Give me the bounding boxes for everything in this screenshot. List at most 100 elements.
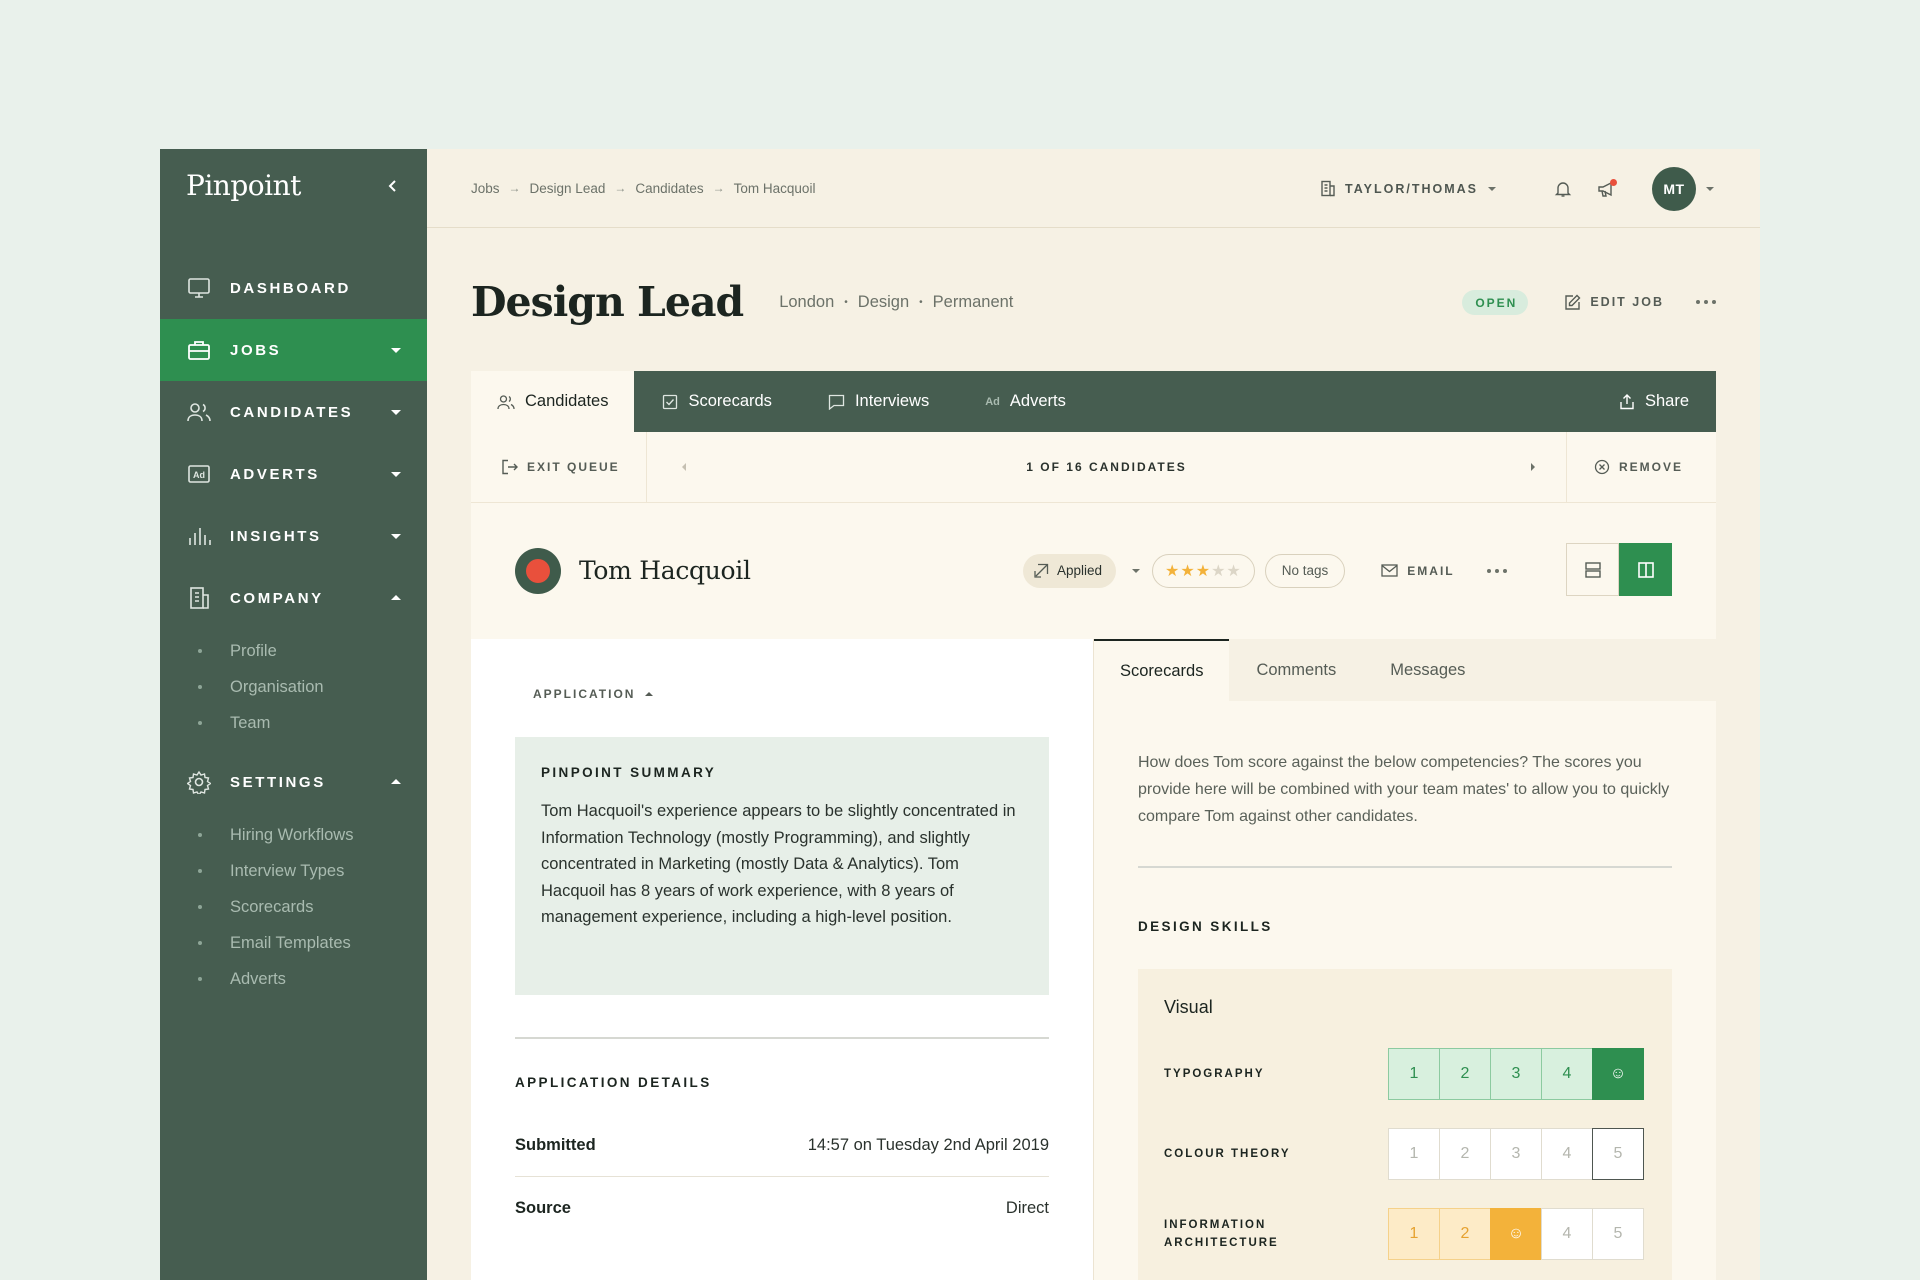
score-option-1[interactable]: 1 <box>1388 1128 1440 1180</box>
bullet-icon <box>198 977 202 981</box>
subnav-item-adverts[interactable]: Adverts <box>160 961 427 997</box>
organisation-switcher[interactable]: TAYLOR/THOMAS <box>1320 180 1496 197</box>
next-candidate-icon[interactable] <box>1531 463 1535 471</box>
star-icon[interactable]: ★ <box>1196 561 1211 581</box>
divider <box>1138 866 1672 868</box>
stacked-view-button[interactable] <box>1566 543 1619 596</box>
chevron-down-icon[interactable] <box>1706 186 1714 191</box>
sidebar-item-dashboard[interactable]: DASHBOARD <box>160 257 427 319</box>
subnav-item-label: Email Templates <box>230 933 351 952</box>
share-icon <box>1619 393 1635 410</box>
score-option-1[interactable]: 1 <box>1388 1048 1440 1100</box>
more-options-icon[interactable] <box>1486 568 1507 573</box>
tab-candidates[interactable]: Candidates <box>471 371 635 432</box>
score-option-3[interactable]: 3 <box>1490 1048 1542 1100</box>
announcements-button[interactable] <box>1592 174 1622 204</box>
breadcrumb: Jobs → Design Lead → Candidates → Tom Ha… <box>471 181 815 196</box>
star-icon[interactable]: ★ <box>1165 561 1180 581</box>
sidebar-item-label: JOBS <box>230 341 282 359</box>
sidebar-item-settings[interactable]: SETTINGS <box>160 751 427 813</box>
score-option-4[interactable]: 4 <box>1541 1128 1593 1180</box>
detail-value: 14:57 on Tuesday 2nd April 2019 <box>807 1136 1049 1154</box>
sidebar-item-company[interactable]: COMPANY <box>160 567 427 629</box>
more-options-icon[interactable] <box>1696 300 1716 304</box>
subnav-item-label: Adverts <box>230 969 286 988</box>
share-button[interactable]: Share <box>1591 371 1716 432</box>
collapse-sidebar-button[interactable] <box>378 171 408 201</box>
bullet-icon <box>198 721 202 725</box>
subnav-item-interview-types[interactable]: Interview Types <box>160 853 427 889</box>
subnav-item-scorecards[interactable]: Scorecards <box>160 889 427 925</box>
star-icon[interactable]: ★ <box>1211 561 1226 581</box>
split-view-button[interactable] <box>1619 543 1672 596</box>
edit-job-button[interactable]: EDIT JOB <box>1564 294 1664 311</box>
checkbox-icon <box>662 394 678 410</box>
star-icon[interactable]: ★ <box>1226 561 1241 581</box>
email-label: EMAIL <box>1407 563 1455 578</box>
sidebar-item-candidates[interactable]: CANDIDATES <box>160 381 427 443</box>
svg-text:Ad: Ad <box>193 470 205 480</box>
email-button[interactable]: EMAIL <box>1381 564 1454 578</box>
remove-button[interactable]: REMOVE <box>1566 432 1716 502</box>
tab-interviews[interactable]: Interviews <box>800 371 957 432</box>
score-option-2[interactable]: 2 <box>1439 1208 1491 1260</box>
subnav-item-hiring-workflows[interactable]: Hiring Workflows <box>160 817 427 853</box>
tab-messages[interactable]: Messages <box>1363 639 1492 701</box>
smiley-icon[interactable]: ☺ <box>1592 1048 1644 1100</box>
subnav-item-profile[interactable]: Profile <box>160 633 427 669</box>
score-option-3[interactable]: 3 <box>1490 1128 1542 1180</box>
subnav-item-label: Organisation <box>230 677 324 696</box>
chevron-down-icon[interactable] <box>1132 568 1141 573</box>
score-option-2[interactable]: 2 <box>1439 1128 1491 1180</box>
skill-group-card: Visual TYPOGRAPHY 1 2 3 4 ☺ COLOUR THEOR… <box>1138 969 1672 1280</box>
subnav-item-team[interactable]: Team <box>160 705 427 741</box>
score-option-2[interactable]: 2 <box>1439 1048 1491 1100</box>
building-icon <box>186 585 212 611</box>
notification-dot <box>1610 178 1617 186</box>
subnav-item-organisation[interactable]: Organisation <box>160 669 427 705</box>
brand-logo[interactable]: Pinpoint <box>186 169 301 202</box>
divider <box>515 1037 1049 1039</box>
star-rating[interactable]: ★ ★ ★ ★ ★ <box>1152 553 1255 588</box>
application-toggle[interactable]: APPLICATION <box>533 687 654 701</box>
subnav-item-email-templates[interactable]: Email Templates <box>160 925 427 961</box>
breadcrumb-current: Tom Hacquoil <box>733 180 816 196</box>
detail-label: Source <box>515 1198 571 1217</box>
tab-adverts[interactable]: Ad Adverts <box>957 371 1094 432</box>
pointer-icon <box>1033 563 1049 579</box>
breadcrumb-jobs[interactable]: Jobs <box>471 181 500 196</box>
smiley-icon[interactable]: ☺ <box>1490 1208 1542 1260</box>
score-option-4[interactable]: 4 <box>1541 1208 1593 1260</box>
sidebar-item-insights[interactable]: INSIGHTS <box>160 505 427 567</box>
notifications-button[interactable] <box>1548 174 1578 204</box>
avatar[interactable]: MT <box>1652 166 1696 211</box>
exit-queue-label: EXIT QUEUE <box>527 460 620 474</box>
previous-candidate-icon[interactable] <box>682 463 686 471</box>
chevron-down-icon <box>391 410 401 415</box>
mail-icon <box>1381 564 1398 577</box>
job-actions: OPEN EDIT JOB <box>1462 289 1716 315</box>
chevron-up-icon <box>645 692 654 696</box>
score-option-1[interactable]: 1 <box>1388 1208 1440 1260</box>
tab-scorecards[interactable]: Scorecards <box>1094 639 1230 701</box>
ad-icon: Ad <box>985 395 1000 408</box>
sidebar-item-adverts[interactable]: Ad ADVERTS <box>160 443 427 505</box>
sidebar-item-jobs[interactable]: JOBS <box>160 319 427 381</box>
tab-scorecards[interactable]: Scorecards <box>634 371 799 432</box>
breadcrumb-candidates[interactable]: Candidates <box>635 181 703 196</box>
exit-queue-button[interactable]: EXIT QUEUE <box>471 432 647 502</box>
breadcrumb-design-lead[interactable]: Design Lead <box>530 181 606 196</box>
score-option-4[interactable]: 4 <box>1541 1048 1593 1100</box>
score-option-5[interactable]: 5 <box>1592 1128 1644 1180</box>
candidate-queue-bar: EXIT QUEUE 1 OF 16 CANDIDATES REMOVE <box>471 432 1716 503</box>
score-option-5[interactable]: 5 <box>1592 1208 1644 1260</box>
skill-row-typography: TYPOGRAPHY 1 2 3 4 ☺ <box>1164 1047 1672 1101</box>
ad-icon: Ad <box>186 461 212 487</box>
stage-selector[interactable]: Applied <box>1023 553 1117 588</box>
star-icon[interactable]: ★ <box>1180 561 1195 581</box>
gear-icon <box>186 769 212 795</box>
tags-button[interactable]: No tags <box>1264 553 1346 588</box>
subnav-item-label: Profile <box>230 641 277 660</box>
skill-group-title: Visual <box>1164 997 1213 1017</box>
tab-comments[interactable]: Comments <box>1229 639 1363 701</box>
